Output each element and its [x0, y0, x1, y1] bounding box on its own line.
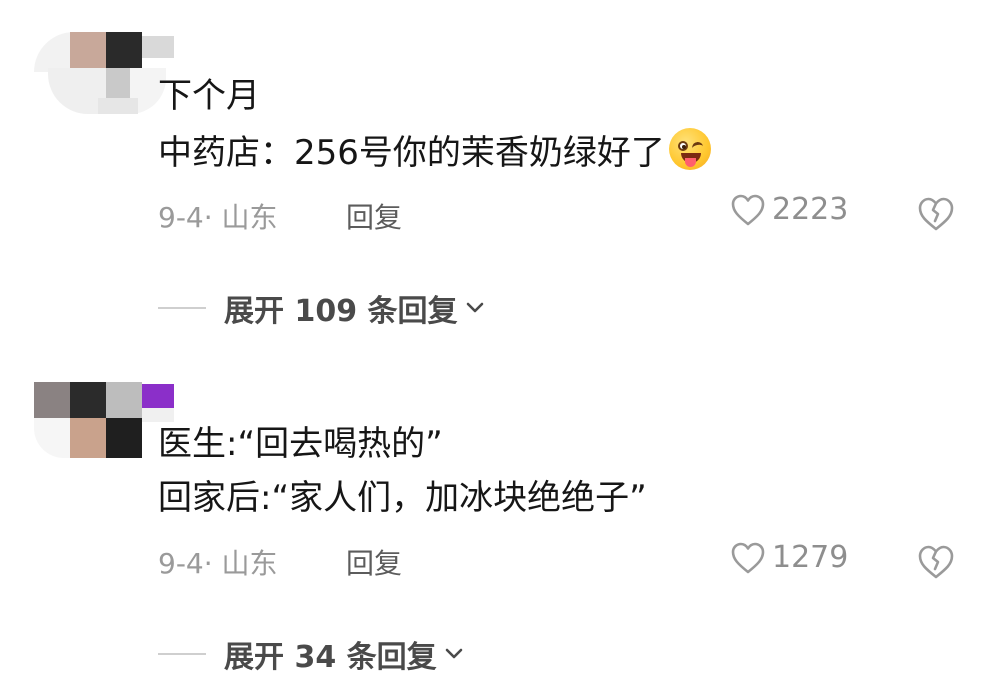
- heart-outline-icon: [731, 542, 765, 573]
- comment-line: 医生:“回去喝热的”: [158, 424, 443, 464]
- avatar[interactable]: [34, 32, 174, 122]
- heart-outline-icon: [731, 194, 765, 225]
- chevron-down-icon: [466, 302, 483, 313]
- reply-button[interactable]: 回复: [346, 542, 402, 582]
- broken-heart-icon[interactable]: [916, 196, 956, 232]
- divider-line: [158, 653, 206, 655]
- comment-date-location: 9-4· 山东: [158, 201, 278, 234]
- like-count: 1279: [772, 540, 849, 575]
- comment-text: 下个月 中药店：256号你的茉香奶绿好了: [158, 72, 711, 177]
- expand-replies-button[interactable]: 展开 34 条回复: [158, 632, 465, 676]
- expand-replies-label: 展开 34 条回复: [224, 640, 437, 675]
- broken-heart-icon[interactable]: [916, 544, 956, 580]
- expand-replies-label: 展开 109 条回复: [224, 294, 458, 329]
- comment-line: 中药店：256号你的茉香奶绿好了: [158, 133, 665, 173]
- like-count: 2223: [772, 192, 849, 227]
- comment-line-with-emoji: 中药店：256号你的茉香奶绿好了: [158, 128, 711, 177]
- comment-date-location: 9-4· 山东: [158, 547, 278, 580]
- comment-line: 下个月: [158, 76, 260, 116]
- like-button[interactable]: 1279: [730, 540, 848, 575]
- reply-button[interactable]: 回复: [346, 196, 402, 236]
- winking-tongue-emoji-icon: [668, 128, 711, 170]
- comment-text: 医生:“回去喝热的” 回家后:“家人们，加冰块绝绝子”: [158, 420, 647, 522]
- chevron-down-icon: [445, 648, 462, 659]
- avatar[interactable]: [34, 382, 174, 464]
- like-button[interactable]: 2223: [730, 192, 848, 227]
- expand-replies-button[interactable]: 展开 109 条回复: [158, 286, 486, 330]
- divider-line: [158, 307, 206, 309]
- comment-line: 回家后:“家人们，加冰块绝绝子”: [158, 478, 647, 518]
